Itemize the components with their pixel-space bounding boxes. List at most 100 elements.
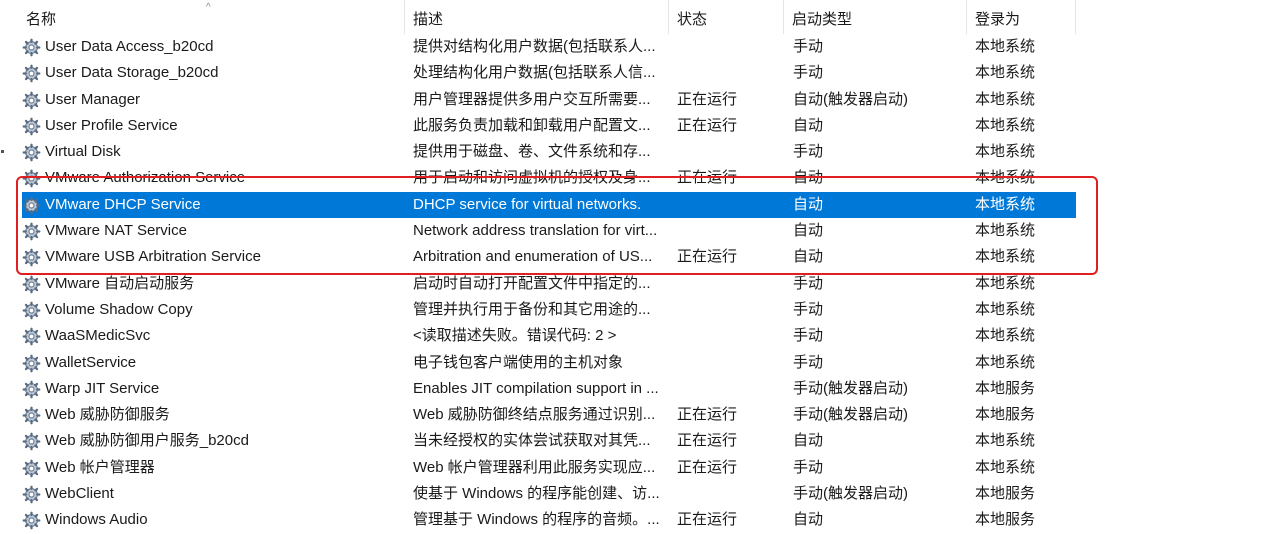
service-log-on-as: 本地系统 [975,64,1036,82]
service-status [677,192,777,218]
service-row[interactable]: Web 威胁防御服务 Web 威胁防御终结点服务通过识别... 正在运行 手动(触发器… [0,402,1266,428]
service-name: VMware Authorization Service [45,169,246,187]
service-startup-type: 手动(触发器启动) [793,406,908,424]
gear-service-icon [22,485,41,504]
column-header-name[interactable]: 名称 [18,0,405,34]
service-row[interactable]: VMware DHCP Service DHCP service for virt… [0,191,1266,218]
service-log-on-as: 本地系统 [975,169,1036,187]
service-description: Network address translation for virt... [413,222,658,240]
gear-service-icon [22,275,41,294]
sort-ascending-icon: ^ [206,2,211,13]
service-description: 此服务负责加载和卸载用户配置文... [413,116,651,134]
gear-service-icon [22,432,41,451]
service-row[interactable]: Web 帐户管理器 Web 帐户管理器利用此服务实现应... 正在运行 手动 本地系统 [0,455,1266,481]
service-name: WaaSMedicSvc [45,327,151,345]
service-description: DHCP service for virtual networks. [413,195,642,213]
service-status: 正在运行 [677,248,738,266]
service-log-on-as: 本地服务 [975,406,1036,424]
service-row[interactable]: Web 威胁防御用户服务_b20cd 当未经授权的实体尝试获取对其凭... 正在运行… [0,428,1266,454]
column-header-description[interactable]: 描述 [405,0,669,34]
service-log-on-as: 本地系统 [975,458,1036,476]
service-name: User Data Storage_b20cd [45,64,219,82]
service-description: 使基于 Windows 的程序能创建、访... [413,485,660,503]
service-description: 提供对结构化用户数据(包括联系人... [413,38,656,55]
service-description: 电子钱包客户端使用的主机对象 [413,353,624,371]
service-startup-type: 手动 [793,274,824,292]
gear-service-icon [22,117,41,136]
service-name: Warp JIT Service [45,379,160,397]
gear-service-icon [22,38,41,57]
service-status [677,34,777,60]
service-row[interactable]: Windows Audio 管理基于 Windows 的程序的音频。... 正在运行… [0,507,1266,533]
service-row[interactable]: Warp JIT Service Enables JIT compilation … [0,376,1266,402]
service-startup-type: 手动 [793,327,824,345]
gear-service-icon [22,91,41,110]
service-status: 正在运行 [677,406,738,424]
service-status [677,297,777,323]
service-row[interactable]: VMware 自动启动服务 启动时自动打开配置文件中指定的... 手动 本地系统 [0,271,1266,297]
service-row[interactable]: WaaSMedicSvc <读取描述失败。错误代码: 2 > 手动 本地系统 [0,323,1266,349]
service-row[interactable]: WalletService 电子钱包客户端使用的主机对象 手动 本地系统 [0,350,1266,376]
service-row[interactable]: User Data Access_b20cd 提供对结构化用户数据(包括联系人..… [0,34,1266,60]
service-name: User Data Access_b20cd [45,38,214,55]
column-header-status[interactable]: 状态 [669,0,784,34]
service-row[interactable]: User Data Storage_b20cd 处理结构化用户数据(包括联系人信.… [0,60,1266,86]
service-status [677,60,777,86]
service-row[interactable]: User Manager 用户管理器提供多用户交互所需要... 正在运行 自动(触发器… [0,87,1266,113]
gear-service-icon [22,169,41,188]
service-status [677,481,777,507]
service-startup-type: 自动 [793,432,824,450]
service-description: 当未经授权的实体尝试获取对其凭... [413,432,651,450]
service-log-on-as: 本地系统 [975,90,1036,108]
gear-service-icon [22,143,41,162]
gear-service-icon [22,64,41,83]
service-row[interactable]: VMware USB Arbitration Service Arbitratio… [0,244,1266,270]
column-header-log-on-as[interactable]: 登录为 [967,0,1076,34]
service-log-on-as: 本地系统 [975,222,1036,240]
service-startup-type: 自动 [793,511,824,529]
service-name: User Profile Service [45,116,178,134]
service-log-on-as: 本地服务 [975,485,1036,503]
service-startup-type: 手动 [793,143,824,161]
service-description: 管理基于 Windows 的程序的音频。... [413,511,660,529]
service-name: Virtual Disk [45,143,121,161]
service-startup-type: 手动 [793,300,824,318]
service-name: VMware DHCP Service [45,195,201,213]
gear-service-icon [22,301,41,320]
service-status [677,376,777,402]
service-log-on-as: 本地系统 [975,38,1036,55]
gear-service-icon [22,380,41,399]
service-startup-type: 自动(触发器启动) [793,90,908,108]
service-startup-type: 手动 [793,38,824,55]
column-header-startup-type[interactable]: 启动类型 [784,0,967,34]
service-log-on-as: 本地服务 [975,379,1036,397]
service-status: 正在运行 [677,511,738,529]
service-row[interactable]: WebClient 使基于 Windows 的程序能创建、访... 手动(触发器启动… [0,481,1266,507]
service-description: 用户管理器提供多用户交互所需要... [413,90,651,108]
service-status: 正在运行 [677,458,738,476]
gear-service-icon [22,406,41,425]
service-log-on-as: 本地系统 [975,248,1036,266]
service-log-on-as: 本地服务 [975,511,1036,529]
services-list: User Data Access_b20cd 提供对结构化用户数据(包括联系人..… [0,34,1266,534]
service-log-on-as: 本地系统 [975,432,1036,450]
service-startup-type: 自动 [793,169,824,187]
service-status [677,139,777,165]
gear-service-icon [22,354,41,373]
gear-service-icon [22,459,41,478]
service-row[interactable]: Virtual Disk 提供用于磁盘、卷、文件系统和存... 手动 本地系统 [0,139,1266,165]
service-name: WalletService [45,353,137,371]
service-log-on-as: 本地系统 [975,300,1036,318]
service-name: Web 威胁防御服务 [45,406,170,424]
service-row[interactable]: VMware NAT Service Network address transl… [0,218,1266,244]
service-status [677,350,777,376]
service-startup-type: 自动 [793,195,824,213]
service-description: Web 帐户管理器利用此服务实现应... [413,458,656,476]
service-row[interactable]: Volume Shadow Copy 管理并执行用于备份和其它用途的... 手动 本地… [0,297,1266,323]
service-row[interactable]: User Profile Service 此服务负责加载和卸载用户配置文... 正在… [0,113,1266,139]
service-startup-type: 自动 [793,222,824,240]
service-description: 提供用于磁盘、卷、文件系统和存... [413,143,651,161]
service-row[interactable]: VMware Authorization Service 用于启动和访问虚拟机的授… [0,165,1266,191]
service-startup-type: 自动 [793,116,824,134]
service-name: WebClient [45,485,114,503]
